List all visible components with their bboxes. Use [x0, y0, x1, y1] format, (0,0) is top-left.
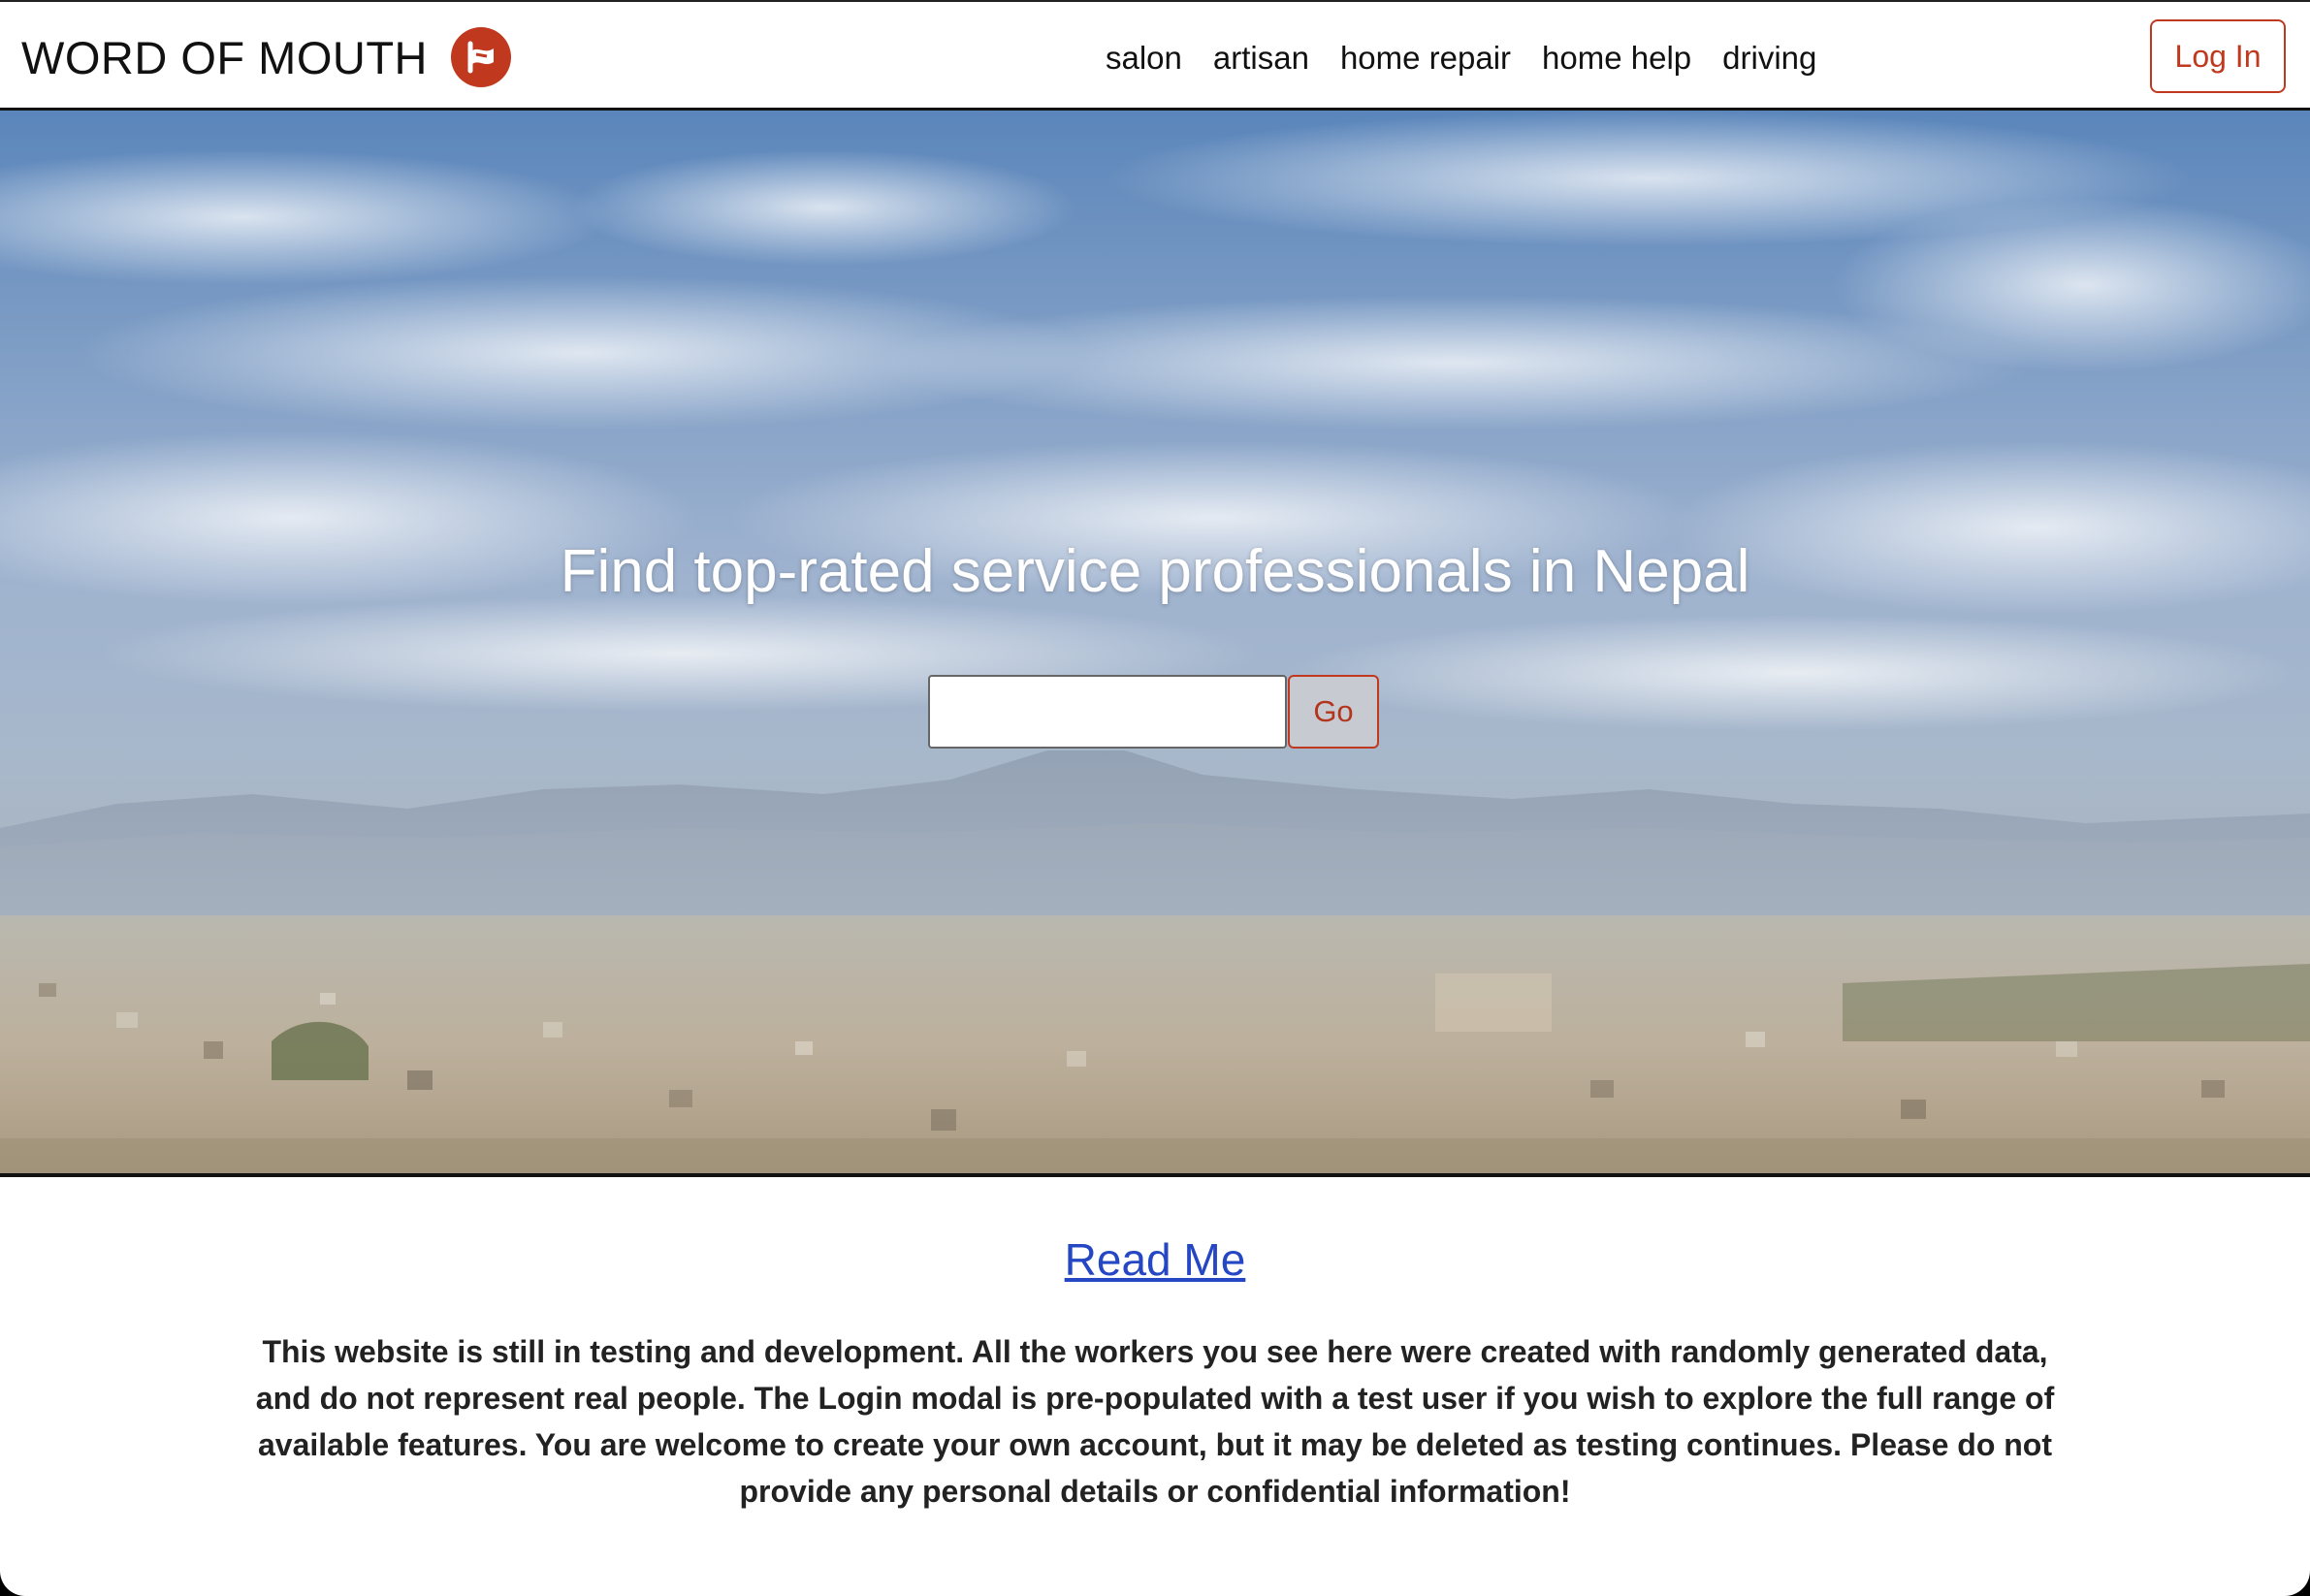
navbar: WORD OF MOUTH salon artisan home repair …	[0, 0, 2310, 111]
nav-link-home-repair[interactable]: home repair	[1340, 40, 1511, 77]
login-button[interactable]: Log In	[2150, 19, 2286, 93]
search-input[interactable]	[928, 675, 1287, 749]
brand-name[interactable]: WORD OF MOUTH	[21, 31, 428, 84]
brand[interactable]: WORD OF MOUTH	[21, 27, 511, 87]
disclaimer-text: This website is still in testing and dev…	[255, 1334, 2055, 1509]
hero-background-image	[0, 111, 2310, 1173]
flag-logo-icon[interactable]	[451, 27, 511, 87]
nav-link-home-help[interactable]: home help	[1542, 40, 1691, 77]
read-me-link[interactable]: Read Me	[0, 1233, 2310, 1286]
nav-link-salon[interactable]: salon	[1106, 40, 1182, 77]
nav-link-driving[interactable]: driving	[1722, 40, 1816, 77]
hero-banner: Find top-rated service professionals in …	[0, 111, 2310, 1177]
hero-title: Find top-rated service professionals in …	[560, 538, 1750, 605]
nav-links: salon artisan home repair home help driv…	[1106, 37, 1816, 80]
nav-link-artisan[interactable]: artisan	[1213, 40, 1309, 77]
page: WORD OF MOUTH salon artisan home repair …	[0, 0, 2310, 1596]
go-button[interactable]: Go	[1288, 675, 1379, 749]
